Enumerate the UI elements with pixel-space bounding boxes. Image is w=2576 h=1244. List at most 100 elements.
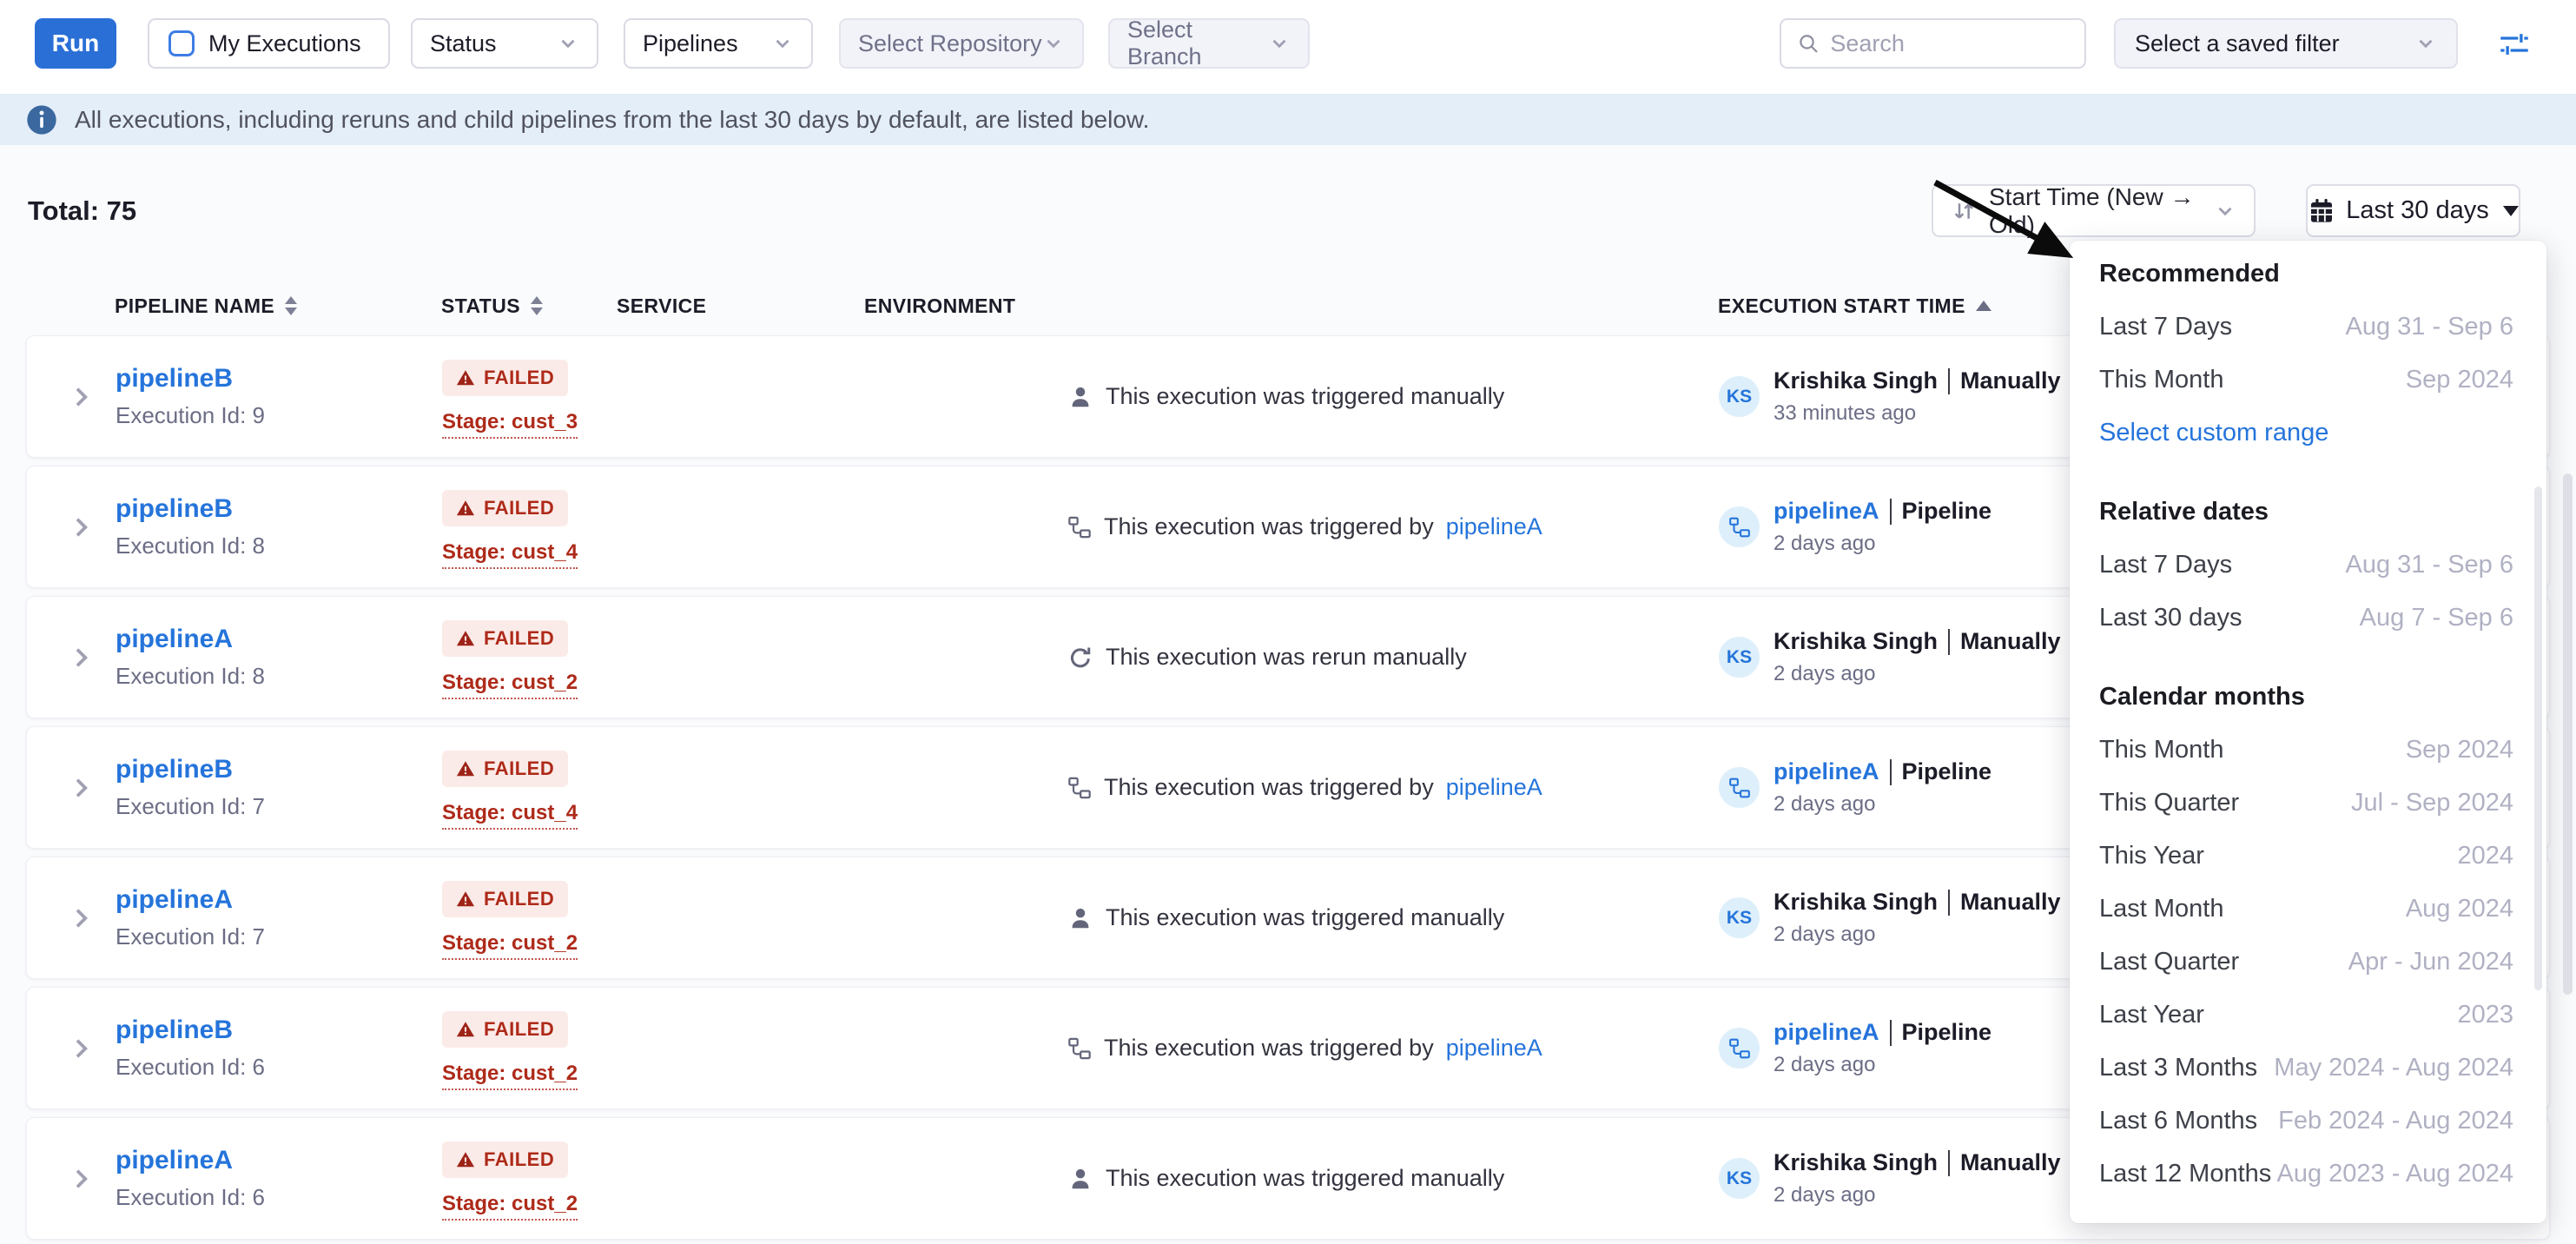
date-range-label: Last 30 days (2346, 196, 2488, 225)
page-scrollbar[interactable] (2563, 473, 2573, 995)
execution-id: Execution Id: 6 (116, 1184, 442, 1211)
menu-scrollbar[interactable] (2534, 486, 2542, 990)
header-environment: ENVIRONMENT (864, 294, 1067, 318)
date-range-option[interactable]: Last 7 Days Aug 31 - Sep 6 (2099, 539, 2513, 592)
date-range-option[interactable]: Last 12 Months Aug 2023 - Aug 2024 (2099, 1148, 2513, 1201)
avatar: KS (1719, 897, 1760, 938)
pipeline-name-link[interactable]: pipelineB (116, 494, 233, 523)
failed-stage-link[interactable]: Stage: cust_4 (442, 540, 578, 569)
date-range-option[interactable]: Last 7 Days Aug 31 - Sep 6 (2099, 301, 2513, 354)
status-filter-dropdown[interactable]: Status (411, 18, 598, 69)
separator (1948, 368, 1950, 394)
child-pipeline-avatar-icon (1728, 777, 1751, 799)
date-range-option-label: Last 3 Months (2099, 1054, 2257, 1082)
top-toolbar: Run My Executions Status Pipelines Selec… (0, 0, 2576, 94)
header-pipeline-name[interactable]: PIPELINE NAME (115, 294, 441, 318)
pipeline-name-link[interactable]: pipelineB (116, 755, 233, 784)
date-range-option-label: Last 7 Days (2099, 313, 2232, 341)
date-range-option[interactable]: This Month Sep 2024 (2099, 724, 2513, 777)
date-range-button[interactable]: Last 30 days (2306, 184, 2520, 237)
pipeline-name-link[interactable]: pipelineA (116, 885, 233, 914)
my-executions-toggle[interactable]: My Executions (148, 18, 390, 69)
date-range-option-value: May 2024 - Aug 2024 (2274, 1054, 2513, 1082)
avatar (1719, 767, 1760, 808)
status-text: FAILED (484, 888, 554, 910)
chevron-right-icon[interactable] (67, 904, 95, 932)
status-text: FAILED (484, 1148, 554, 1171)
warning-icon (456, 629, 475, 648)
trigger-info: This execution was triggered manually (1067, 904, 1719, 931)
date-range-option[interactable]: This Month Sep 2024 (2099, 354, 2513, 407)
sort-both-icon (531, 296, 543, 315)
execution-id: Execution Id: 7 (116, 793, 442, 820)
avatar (1719, 506, 1760, 547)
failed-stage-link[interactable]: Stage: cust_4 (442, 801, 578, 830)
date-range-option[interactable]: Select custom range (2099, 407, 2513, 460)
trigger-type: Pipeline (1902, 1019, 1992, 1046)
status-badge: FAILED (442, 620, 568, 657)
failed-stage-link[interactable]: Stage: cust_2 (442, 1062, 578, 1090)
chevron-right-icon[interactable] (67, 383, 95, 411)
date-range-option[interactable]: Last Year 2023 (2099, 989, 2513, 1042)
chevron-right-icon[interactable] (67, 644, 95, 672)
repository-filter-dropdown[interactable]: Select Repository (839, 18, 1084, 69)
date-range-option[interactable]: This Quarter Jul - Sep 2024 (2099, 777, 2513, 830)
date-range-option[interactable]: Last 6 Months Feb 2024 - Aug 2024 (2099, 1095, 2513, 1148)
date-range-option[interactable]: Last Month Aug 2024 (2099, 883, 2513, 936)
separator (1948, 890, 1950, 916)
date-range-option-label: Last 7 Days (2099, 551, 2232, 579)
pipeline-name-link[interactable]: pipelineB (116, 364, 233, 393)
pipeline-name-link[interactable]: pipelineB (116, 1016, 233, 1044)
my-executions-checkbox[interactable] (168, 30, 195, 56)
filter-sliders-icon[interactable] (2496, 26, 2533, 63)
chevron-right-icon[interactable] (67, 774, 95, 802)
date-range-option-label: This Year (2099, 842, 2204, 870)
failed-stage-link[interactable]: Stage: cust_3 (442, 410, 578, 439)
chevron-right-icon[interactable] (67, 1165, 95, 1193)
date-range-option[interactable]: This Year 2024 (2099, 830, 2513, 883)
branch-filter-dropdown[interactable]: Select Branch (1108, 18, 1310, 69)
trigger-pipeline-link[interactable]: pipelineA (1446, 774, 1542, 801)
sort-dropdown[interactable]: Start Time (New → Old) (1932, 184, 2256, 237)
date-range-option-value: Aug 31 - Sep 6 (2346, 551, 2513, 579)
execution-time: 2 days ago (1773, 532, 1991, 556)
separator (1948, 629, 1950, 655)
execution-time: 2 days ago (1773, 662, 2061, 686)
search-input[interactable] (1830, 30, 2069, 57)
trigger-pipeline-link[interactable]: pipelineA (1446, 513, 1542, 540)
trigger-text: This execution was rerun manually (1106, 644, 1467, 671)
repository-filter-label: Select Repository (858, 30, 1042, 57)
pipelines-filter-dropdown[interactable]: Pipelines (624, 18, 813, 69)
chevron-right-icon[interactable] (67, 513, 95, 541)
child-pipeline-icon (1067, 515, 1092, 539)
date-range-option[interactable]: Last 30 days Aug 7 - Sep 6 (2099, 592, 2513, 645)
menu-section-title: Relative dates (2099, 486, 2513, 539)
date-range-option-label: This Month (2099, 366, 2223, 394)
trigger-info: This execution was triggered by pipeline… (1067, 1035, 1719, 1062)
caret-down-icon (2503, 206, 2519, 216)
failed-stage-link[interactable]: Stage: cust_2 (442, 671, 578, 699)
triggerer-name: pipelineA (1773, 498, 1879, 525)
pipeline-name-link[interactable]: pipelineA (116, 625, 233, 653)
search-icon (1797, 30, 1820, 56)
date-range-option[interactable]: Last 3 Months May 2024 - Aug 2024 (2099, 1042, 2513, 1095)
date-range-option-value: 2023 (2457, 1001, 2513, 1029)
failed-stage-link[interactable]: Stage: cust_2 (442, 931, 578, 960)
saved-filter-dropdown[interactable]: Select a saved filter (2114, 18, 2458, 69)
separator (1890, 499, 1892, 525)
execution-time: 2 days ago (1773, 923, 2061, 947)
date-range-option-value: Apr - Jun 2024 (2348, 948, 2513, 976)
run-button[interactable]: Run (35, 18, 116, 69)
status-badge: FAILED (442, 490, 568, 526)
date-range-option[interactable]: Last Quarter Apr - Jun 2024 (2099, 936, 2513, 989)
sort-label: Start Time (New → Old) (1989, 183, 2202, 239)
trigger-pipeline-link[interactable]: pipelineA (1446, 1035, 1542, 1062)
failed-stage-link[interactable]: Stage: cust_2 (442, 1192, 578, 1221)
warning-icon (456, 1150, 475, 1169)
pipeline-name-link[interactable]: pipelineA (116, 1146, 233, 1175)
header-status[interactable]: STATUS (441, 294, 617, 318)
trigger-text: This execution was triggered manually (1106, 904, 1504, 931)
chevron-right-icon[interactable] (67, 1035, 95, 1062)
avatar-initials: KS (1727, 908, 1752, 929)
date-range-option-value: 2024 (2457, 842, 2513, 870)
